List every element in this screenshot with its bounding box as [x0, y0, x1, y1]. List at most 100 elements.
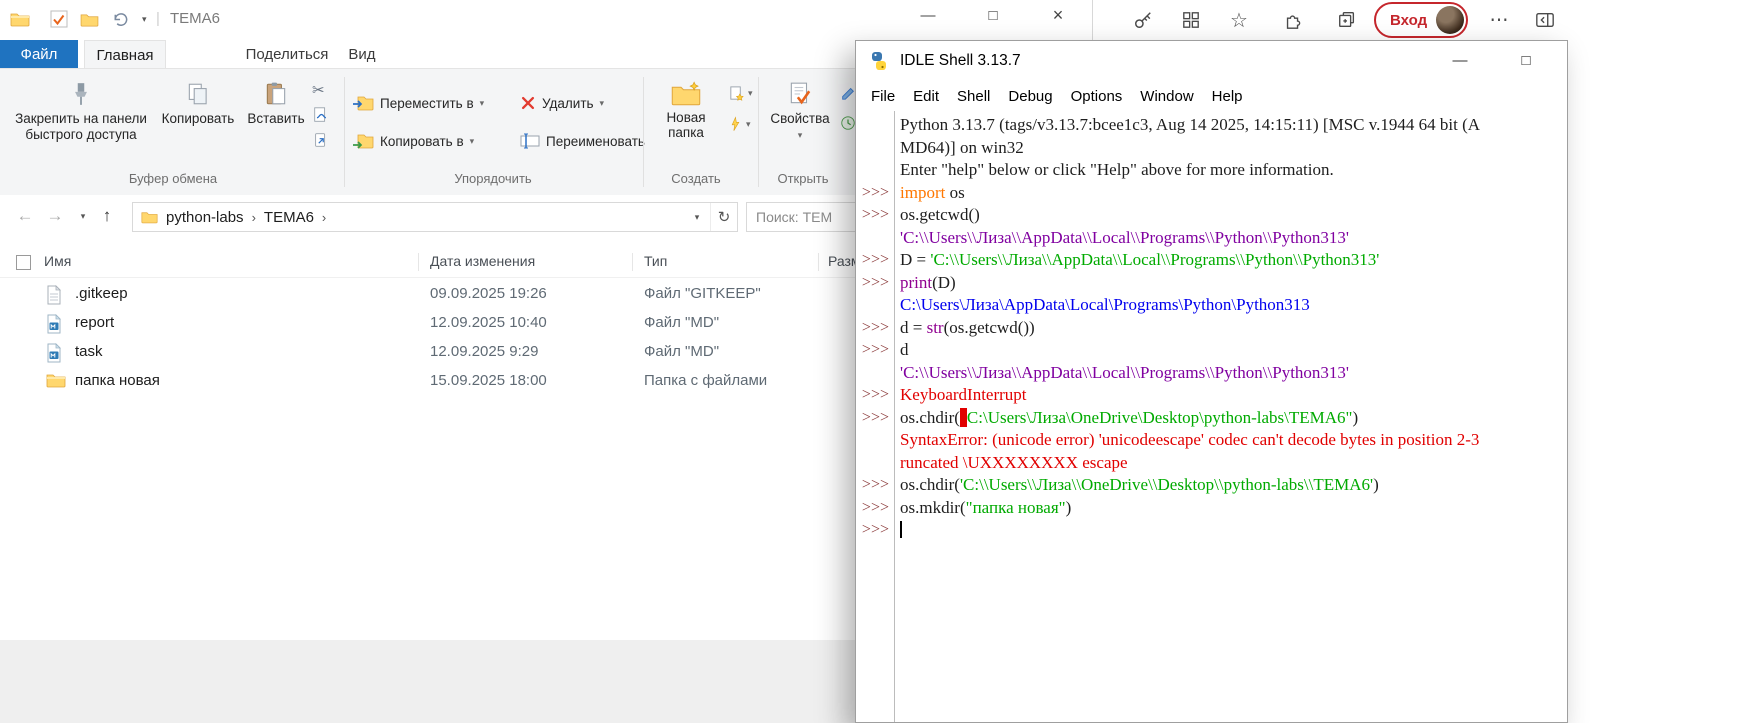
tab-view[interactable]: Вид — [337, 40, 387, 68]
column-header-date[interactable]: Дата изменения — [430, 253, 535, 269]
shell-line-text — [895, 519, 902, 542]
breadcrumb-item[interactable]: TEMA6 — [256, 209, 322, 226]
explorer-window-title: TEMA6 — [170, 10, 220, 27]
column-header-name[interactable]: Имя — [44, 253, 71, 269]
copy-button[interactable]: Копировать — [158, 73, 238, 169]
explorer-close-button[interactable]: × — [1035, 0, 1081, 30]
properties-icon — [787, 81, 813, 107]
new-item-button[interactable]: ▾ — [728, 85, 753, 102]
pin-icon — [68, 81, 94, 107]
explorer-maximize-button[interactable]: □ — [970, 0, 1016, 30]
shell-line: SyntaxError: (unicode error) 'unicodeesc… — [856, 429, 1567, 452]
shell-prompt: >>> — [856, 204, 895, 227]
extensions-icon[interactable] — [1280, 7, 1306, 33]
quick-access-toolbar: ▾ — [50, 10, 147, 28]
group-label-open: Открыть — [760, 171, 846, 186]
idle-maximize-button[interactable]: □ — [1504, 41, 1548, 79]
column-header-type[interactable]: Тип — [644, 253, 667, 269]
tab-file[interactable]: Файл — [0, 40, 78, 68]
shell-prompt: >>> — [856, 497, 895, 520]
menu-shell[interactable]: Shell — [948, 88, 999, 105]
copy-icon — [185, 81, 211, 107]
history-button[interactable] — [840, 115, 856, 131]
forward-icon[interactable]: → — [42, 203, 68, 229]
breadcrumb-item[interactable]: python-labs — [158, 209, 252, 226]
menu-file[interactable]: File — [862, 88, 904, 105]
refresh-icon[interactable]: ↻ — [710, 203, 737, 231]
browser-menu-ellipsis-icon[interactable]: ⋯ — [1486, 7, 1512, 33]
idle-window-title: IDLE Shell 3.13.7 — [900, 52, 1021, 70]
file-date: 12.09.2025 9:29 — [430, 343, 538, 360]
shell-line: Enter "help" below or click "Help" above… — [856, 159, 1567, 182]
collections-icon[interactable] — [1334, 7, 1360, 33]
paste-shortcut-icon[interactable] — [312, 131, 330, 149]
menu-window[interactable]: Window — [1131, 88, 1202, 105]
qat-dropdown-icon[interactable]: ▾ — [142, 14, 147, 25]
shell-line-text: KeyboardInterrupt — [895, 384, 1027, 407]
shell-prompt: >>> — [856, 339, 895, 362]
menu-help[interactable]: Help — [1203, 88, 1252, 105]
up-icon[interactable]: ↑ — [94, 203, 120, 229]
paste-label: Вставить — [247, 111, 304, 127]
delete-button[interactable]: Удалить ▾ — [520, 91, 604, 115]
shell-line: >>>print(D) — [856, 272, 1567, 295]
paste-icon — [263, 81, 289, 107]
titlebar-separator: | — [156, 10, 160, 27]
qat-properties-icon[interactable] — [50, 10, 68, 28]
signin-button[interactable]: Вход — [1374, 2, 1468, 38]
menu-edit[interactable]: Edit — [904, 88, 948, 105]
shell-line-text: d = str(os.getcwd()) — [895, 317, 1035, 340]
idle-shell-textarea[interactable]: Python 3.13.7 (tags/v3.13.7:bcee1c3, Aug… — [856, 111, 1567, 722]
qat-undo-icon[interactable] — [111, 11, 130, 28]
shell-line: >>>os.getcwd() — [856, 204, 1567, 227]
shell-line: C:\Users\Лиза\AppData\Local\Programs\Pyt… — [856, 294, 1567, 317]
rename-icon — [520, 132, 540, 150]
select-all-checkbox[interactable] — [16, 255, 31, 270]
idle-minimize-button[interactable]: — — [1438, 41, 1482, 79]
cut-icon[interactable]: ✂ — [312, 81, 330, 99]
apps-grid-icon[interactable] — [1178, 7, 1204, 33]
file-icon — [46, 285, 66, 303]
back-icon[interactable]: ← — [12, 203, 38, 229]
passwords-key-icon[interactable] — [1130, 7, 1156, 33]
copy-path-icon[interactable] — [312, 106, 330, 124]
explorer-minimize-button[interactable]: — — [905, 0, 951, 30]
shell-line-text: print(D) — [895, 272, 956, 295]
idle-titlebar: IDLE Shell 3.13.7 — □ — [856, 41, 1567, 81]
move-to-button[interactable]: Переместить в ▾ — [352, 91, 484, 115]
easy-access-button[interactable]: ▾ — [728, 116, 753, 132]
shell-prompt: >>> — [856, 272, 895, 295]
shell-line-text: import os — [895, 182, 965, 205]
breadcrumb-chevron-icon[interactable]: › — [322, 210, 326, 225]
screen: ☆ Вход ⋯ — [0, 0, 1743, 723]
rename-button[interactable]: Переименовать — [520, 129, 645, 153]
shell-line: >>>KeyboardInterrupt — [856, 384, 1567, 407]
properties-button[interactable]: Свойства ▾ — [764, 73, 836, 169]
favorites-star-icon[interactable]: ☆ — [1226, 7, 1252, 33]
pin-to-quick-access-button[interactable]: Закрепить на панели быстрого доступа — [8, 73, 154, 169]
edit-button[interactable] — [840, 85, 856, 101]
column-separator[interactable] — [818, 253, 819, 271]
new-folder-icon — [671, 81, 701, 106]
python-idle-icon — [869, 51, 889, 71]
copy-to-button[interactable]: Копировать в ▾ — [352, 129, 474, 153]
menu-debug[interactable]: Debug — [999, 88, 1061, 105]
paste-button[interactable]: Вставить — [242, 73, 310, 169]
qat-new-folder-icon[interactable] — [80, 12, 99, 27]
recent-locations-dropdown-icon[interactable]: ▾ — [70, 203, 96, 229]
address-field[interactable]: python-labs › TEMA6 › ▾ ↻ — [132, 202, 738, 232]
tab-share[interactable]: Поделиться — [245, 40, 329, 68]
menu-options[interactable]: Options — [1062, 88, 1132, 105]
tab-home[interactable]: Главная — [84, 40, 166, 70]
error-highlight: " — [960, 408, 967, 427]
shell-line-text: os.mkdir("папка новая") — [895, 497, 1071, 520]
shell-prompt: >>> — [856, 384, 895, 407]
shell-line-text: d — [895, 339, 909, 362]
address-dropdown-icon[interactable]: ▾ — [684, 203, 710, 231]
new-folder-button[interactable]: Новая папка — [648, 73, 724, 169]
sidebar-toggle-icon[interactable] — [1532, 7, 1558, 33]
shell-prompt — [856, 159, 895, 182]
shell-line: >>>D = 'C:\\Users\\Лиза\\AppData\\Local\… — [856, 249, 1567, 272]
column-separator[interactable] — [418, 253, 419, 271]
column-separator[interactable] — [632, 253, 633, 271]
